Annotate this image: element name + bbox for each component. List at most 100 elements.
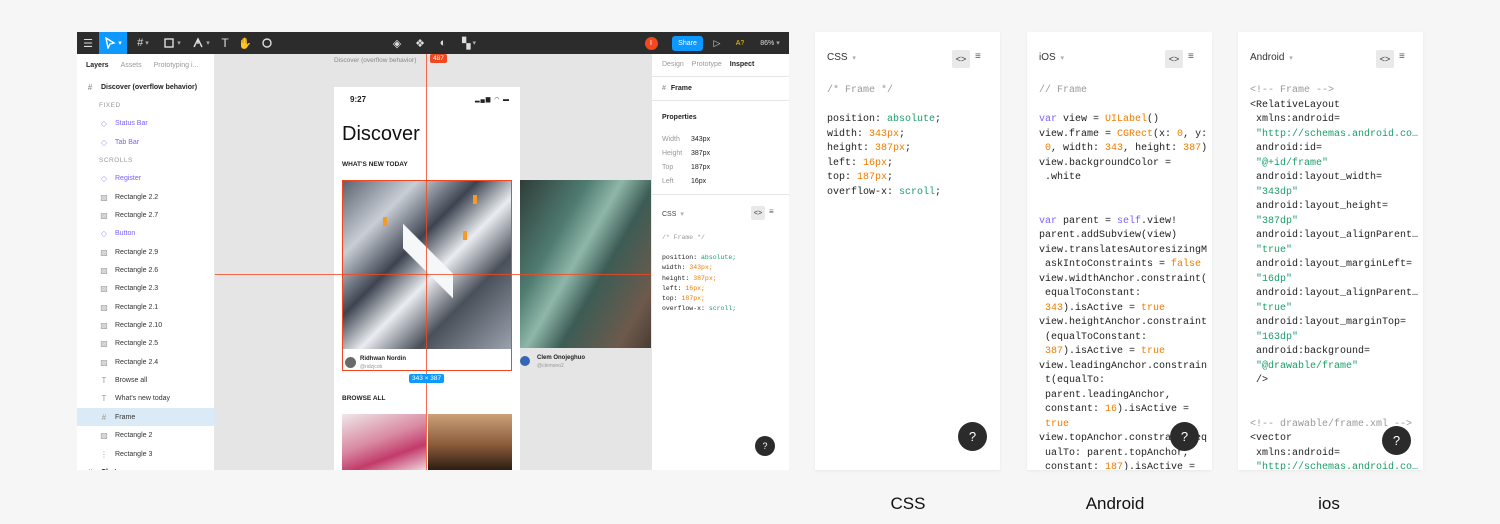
code-value: absolute;: [701, 254, 737, 261]
layer-row[interactable]: ▨ Rectangle 2.7: [77, 206, 215, 224]
component-icon: ◈: [392, 37, 402, 50]
layer-row[interactable]: ◇ Status Bar: [77, 115, 215, 133]
language-select[interactable]: Android ▾: [1250, 52, 1293, 63]
shape-tool-button[interactable]: ▾: [159, 32, 185, 54]
hand-tool-button[interactable]: ✋: [235, 32, 255, 54]
layer-row[interactable]: ◇ Register: [77, 170, 215, 188]
layer-row[interactable]: # Frame: [77, 408, 215, 427]
user-avatar[interactable]: I: [643, 32, 659, 54]
code-line: top: 187px;: [662, 294, 736, 304]
layer-row[interactable]: # Discover (overflow behavior): [77, 78, 215, 96]
frame-tool-button[interactable]: # ▾: [130, 32, 156, 54]
text-tool-button[interactable]: T: [215, 32, 235, 54]
share-label: Share: [672, 35, 703, 51]
layer-row[interactable]: ▨ Rectangle 2.4: [77, 353, 215, 371]
boolean-button[interactable]: ▚ ▾: [457, 32, 481, 54]
image-icon: ▨: [100, 210, 108, 220]
layer-row[interactable]: ▨ Rectangle 2.5: [77, 335, 215, 353]
code-view-button[interactable]: <>: [751, 206, 765, 220]
tab-prototype[interactable]: Prototype: [692, 61, 722, 68]
layer-row[interactable]: ▨ Rectangle 2.6: [77, 262, 215, 280]
comment-tool-button[interactable]: [257, 32, 277, 54]
tab-prototyping[interactable]: Prototyping i...: [154, 62, 199, 69]
whats-new-heading: WHAT'S NEW TODAY: [342, 161, 408, 168]
image-icon: ▨: [100, 321, 108, 331]
layer-label: Button: [115, 230, 136, 238]
layer-row[interactable]: ⋮ Rectangle 3: [77, 445, 215, 463]
hand-icon: ✋: [238, 37, 252, 50]
present-button[interactable]: ▷: [709, 32, 725, 54]
code-view-button[interactable]: <>: [1165, 50, 1183, 68]
move-tool-button[interactable]: ▾: [99, 32, 127, 54]
layer-label: SCROLLS: [99, 156, 133, 164]
android-code: <!-- Frame --> <RelativeLayout xmlns:and…: [1250, 85, 1419, 470]
code-view-button[interactable]: <>: [1376, 50, 1394, 68]
tab-design[interactable]: Design: [662, 61, 684, 68]
avatar: [345, 357, 356, 368]
spacing-badge: 487: [430, 54, 447, 63]
layer-row[interactable]: ▨ Rectangle 2.3: [77, 280, 215, 298]
layer-label: Tab Bar: [115, 138, 140, 146]
layer-label: Rectangle 2.7: [115, 211, 159, 219]
layer-label: Frame: [115, 413, 136, 421]
main-menu-button[interactable]: ☰: [77, 32, 99, 54]
phone-frame[interactable]: 9:27 ▂▄▆ ◠ ▬ Discover WHAT'S NEW TODAY R…: [334, 87, 520, 470]
help-button[interactable]: ?: [1170, 422, 1199, 451]
accessibility-button[interactable]: A?: [730, 32, 750, 54]
property-key: Height: [662, 149, 683, 157]
help-button[interactable]: ?: [1382, 426, 1411, 455]
list-view-icon[interactable]: ≡: [1188, 51, 1194, 62]
list-view-icon[interactable]: ≡: [975, 51, 981, 62]
help-button[interactable]: ?: [958, 422, 987, 451]
layer-row[interactable]: T Browse all: [77, 372, 215, 390]
tab-layers[interactable]: Layers: [86, 62, 109, 69]
property-value[interactable]: 387px: [691, 150, 710, 157]
layer-row[interactable]: ◇ Tab Bar: [77, 133, 215, 151]
component-tool-button[interactable]: ◈: [387, 32, 407, 54]
share-button[interactable]: Share: [672, 32, 703, 54]
language-select[interactable]: CSS ▾: [662, 210, 684, 218]
zoom-control[interactable]: 86% ▾: [754, 32, 786, 54]
layer-row[interactable]: ▨ Rectangle 2: [77, 427, 215, 445]
property-value[interactable]: 343px: [691, 136, 710, 143]
list-view-icon[interactable]: ≡: [1399, 51, 1405, 62]
question-icon: ?: [968, 429, 977, 444]
layer-row[interactable]: ▨ Rectangle 2.10: [77, 317, 215, 335]
code-view-button[interactable]: <>: [952, 50, 970, 68]
language-label: CSS: [827, 52, 848, 63]
layer-row[interactable]: ▨ Rectangle 2.2: [77, 188, 215, 206]
layer-label: Rectangle 2.6: [115, 267, 159, 274]
property-value[interactable]: 16px: [691, 178, 706, 185]
language-select[interactable]: iOS ▾: [1039, 52, 1064, 63]
image-icon: ▨: [100, 247, 108, 257]
layer-row[interactable]: ▨ Rectangle 2.9: [77, 243, 215, 261]
tab-assets[interactable]: Assets: [121, 62, 142, 69]
list-view-icon[interactable]: ≡: [769, 207, 774, 216]
photo-light: [473, 195, 477, 204]
code-line: width: 343px;: [662, 263, 736, 273]
layer-label: Chats: [101, 469, 120, 470]
language-label: iOS: [1039, 52, 1056, 63]
code-value: 16px;: [685, 284, 705, 292]
frame-icon: #: [85, 468, 95, 470]
tab-inspect[interactable]: Inspect: [730, 61, 755, 68]
card-author-name: Clem Onojeghuo: [537, 355, 585, 361]
language-select[interactable]: CSS ▾: [827, 52, 856, 63]
variants-button[interactable]: ❖: [410, 32, 430, 54]
layer-row[interactable]: T What's new today: [77, 390, 215, 408]
layer-row[interactable]: ◇ Button: [77, 225, 215, 243]
canvas[interactable]: Discover (overflow behavior) 487 9:27 ▂▄…: [215, 54, 651, 470]
ios-code-panel: iOS ▾ <> ≡ // Frame var view = UILabel()…: [1027, 32, 1212, 470]
layer-row[interactable]: # Chats: [77, 463, 215, 470]
layer-row[interactable]: ▨ Rectangle 2.1: [77, 298, 215, 316]
code-value: 343px;: [689, 264, 713, 272]
card-author-handle: @clemono2: [537, 363, 564, 369]
layer-label: Discover (overflow behavior): [101, 83, 198, 91]
help-button[interactable]: ?: [755, 436, 775, 456]
mask-button[interactable]: ◐: [433, 32, 453, 54]
photo-light: [383, 217, 387, 226]
frame-label[interactable]: Discover (overflow behavior): [334, 57, 416, 64]
selected-frame[interactable]: Ridhwan Nordin @ridzjcob: [342, 180, 512, 371]
property-value[interactable]: 187px: [691, 164, 710, 171]
pen-tool-button[interactable]: ▾: [188, 32, 214, 54]
